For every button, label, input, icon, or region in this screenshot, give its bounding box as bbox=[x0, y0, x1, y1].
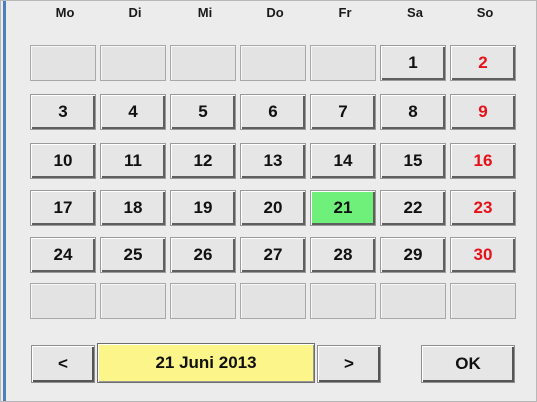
empty-day-cell bbox=[170, 45, 236, 81]
day-button-12[interactable]: 12 bbox=[170, 143, 236, 179]
weekday-header-so: So bbox=[476, 5, 494, 20]
day-button-25[interactable]: 25 bbox=[100, 237, 166, 273]
empty-day-cell bbox=[240, 45, 306, 81]
day-button-21[interactable]: 21 bbox=[310, 190, 376, 226]
day-button-4[interactable]: 4 bbox=[100, 94, 166, 130]
next-month-button[interactable]: > bbox=[317, 345, 381, 383]
day-button-20[interactable]: 20 bbox=[240, 190, 306, 226]
weekday-header-do: Do bbox=[266, 5, 284, 20]
day-button-19[interactable]: 19 bbox=[170, 190, 236, 226]
weekday-header-fr: Fr bbox=[338, 5, 352, 20]
day-button-8[interactable]: 8 bbox=[380, 94, 446, 130]
empty-day-cell bbox=[100, 45, 166, 81]
empty-day-cell bbox=[240, 283, 306, 319]
day-button-17[interactable]: 17 bbox=[30, 190, 96, 226]
prev-month-button[interactable]: < bbox=[31, 345, 95, 383]
day-button-7[interactable]: 7 bbox=[310, 94, 376, 130]
ok-button[interactable]: OK bbox=[421, 345, 515, 383]
day-button-18[interactable]: 18 bbox=[100, 190, 166, 226]
empty-day-cell bbox=[30, 45, 96, 81]
weekday-header-di: Di bbox=[128, 5, 142, 20]
day-button-9[interactable]: 9 bbox=[450, 94, 516, 130]
empty-day-cell bbox=[310, 45, 376, 81]
weekday-header-mo: Mo bbox=[55, 5, 75, 20]
day-button-1[interactable]: 1 bbox=[380, 45, 446, 81]
window-edge bbox=[3, 1, 6, 401]
day-button-14[interactable]: 14 bbox=[310, 143, 376, 179]
current-date-display: 21 Juni 2013 bbox=[97, 343, 315, 383]
weekday-header-row: Mo Di Mi Do Fr Sa So bbox=[1, 1, 537, 25]
day-button-10[interactable]: 10 bbox=[30, 143, 96, 179]
empty-day-cell bbox=[30, 283, 96, 319]
day-button-11[interactable]: 11 bbox=[100, 143, 166, 179]
weekday-header-mi: Mi bbox=[197, 5, 213, 20]
day-button-24[interactable]: 24 bbox=[30, 237, 96, 273]
day-button-16[interactable]: 16 bbox=[450, 143, 516, 179]
day-button-13[interactable]: 13 bbox=[240, 143, 306, 179]
empty-day-cell bbox=[310, 283, 376, 319]
day-button-29[interactable]: 29 bbox=[380, 237, 446, 273]
day-button-2[interactable]: 2 bbox=[450, 45, 516, 81]
day-button-5[interactable]: 5 bbox=[170, 94, 236, 130]
day-button-28[interactable]: 28 bbox=[310, 237, 376, 273]
weekday-header-sa: Sa bbox=[407, 5, 423, 20]
empty-day-cell bbox=[450, 283, 516, 319]
calendar-dialog: Mo Di Mi Do Fr Sa So 1 2 3 4 5 6 7 8 9 10 11 12 13 14… bbox=[0, 0, 537, 402]
day-button-22[interactable]: 22 bbox=[380, 190, 446, 226]
day-button-27[interactable]: 27 bbox=[240, 237, 306, 273]
day-button-23[interactable]: 23 bbox=[450, 190, 516, 226]
empty-day-cell bbox=[100, 283, 166, 319]
empty-day-cell bbox=[170, 283, 236, 319]
day-button-26[interactable]: 26 bbox=[170, 237, 236, 273]
day-button-30[interactable]: 30 bbox=[450, 237, 516, 273]
day-button-15[interactable]: 15 bbox=[380, 143, 446, 179]
day-button-3[interactable]: 3 bbox=[30, 94, 96, 130]
empty-day-cell bbox=[380, 283, 446, 319]
day-button-6[interactable]: 6 bbox=[240, 94, 306, 130]
